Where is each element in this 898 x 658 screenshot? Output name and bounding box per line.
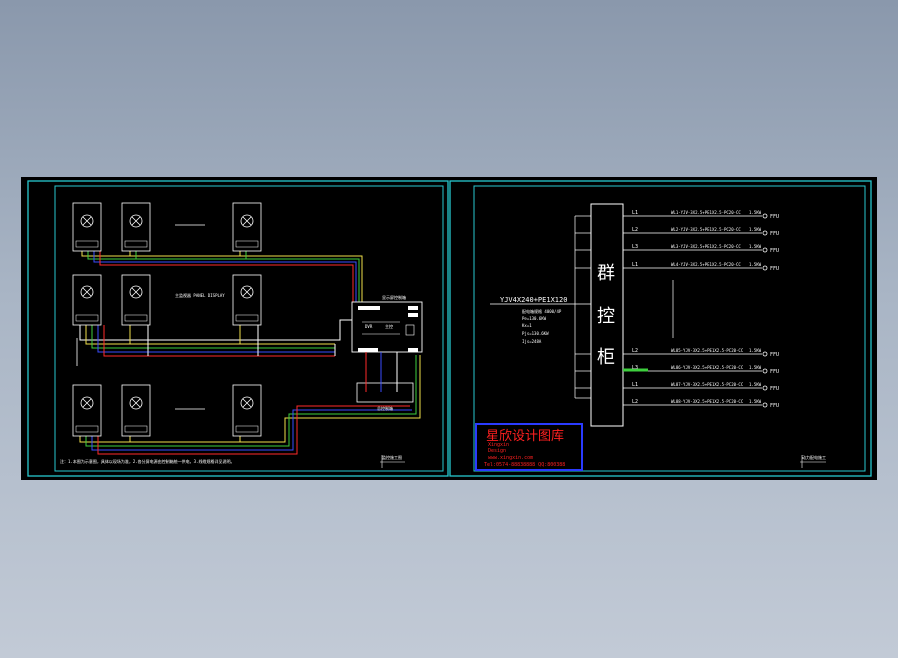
circuit-cable: WL88-YJV-3X2.5+PE1X2.5-PC20-CC xyxy=(671,399,744,404)
circuit-load: FFU xyxy=(770,369,779,375)
panel-label-main: 主控 xyxy=(385,323,393,329)
drawing-sheet xyxy=(21,177,877,480)
circuit-power: 1.5KW xyxy=(749,210,762,215)
drawing-note: 注：1.本图为示意图，具体以现场为准，2.各分屏电源由控制箱统一供电，3.线缆规… xyxy=(60,458,234,464)
panel-label-dvr: DVR xyxy=(365,324,373,329)
circuit-cable: WL1-YJV-3X2.5+PE1X2.5-PC20-CC xyxy=(671,210,741,215)
control-box-label: 总控制箱 xyxy=(377,405,393,411)
circuit-phase: L2 xyxy=(632,348,638,354)
cad-drawing-canvas: 主监视器 PANEL DISPLAY 显示屏控制箱 DVR 主控 总控制箱 注：… xyxy=(21,177,877,480)
circuit-power: 1.5KW xyxy=(749,399,762,404)
circuit-phase: L2 xyxy=(632,227,638,233)
spec-item: Pjs=130.6KW xyxy=(522,331,549,336)
circuit-power: 1.5KW xyxy=(749,365,762,370)
circuit-load: FFU xyxy=(770,266,779,272)
feeder-label: YJV4X240+PE1X120 xyxy=(500,296,567,304)
title-block-text: 监控施工图 xyxy=(382,454,402,460)
circuit-cable: WL86-YJV-3X2.5+PE1X2.5-PC20-CC xyxy=(671,365,744,370)
panel-title: 显示屏控制箱 xyxy=(382,294,406,300)
cabinet-char: 群 xyxy=(597,263,615,284)
circuit-load: FFU xyxy=(770,231,779,237)
spec-item: Pe=130.6KW xyxy=(522,316,547,321)
watermark-url: www.xingxin.com xyxy=(488,455,533,461)
cabinet-char: 柜 xyxy=(597,347,615,368)
circuit-cable: WL2-YJV-3X2.5+PE1X2.5-PC20-CC xyxy=(671,227,741,232)
circuit-cable: WL3-YJV-3X2.5+PE1X2.5-PC20-CC xyxy=(671,244,741,249)
watermark-line2: Design xyxy=(488,448,506,454)
circuit-power: 1.5KW xyxy=(749,227,762,232)
watermark-stamp: 星欣设计图库 Xingxin Design www.xingxin.com Te… xyxy=(475,423,583,471)
circuit-power: 1.5KW xyxy=(749,348,762,353)
circuit-phase: L3 xyxy=(632,365,638,371)
circuit-phase: L1 xyxy=(632,382,638,388)
circuit-load: FFU xyxy=(770,214,779,220)
circuit-power: 1.5KW xyxy=(749,244,762,249)
spec-item: 配电箱规格 4000/4P xyxy=(522,308,562,314)
circuit-cable: WL4-YJV-3X2.5+PE1X2.5-PC20-CC xyxy=(671,262,741,267)
circuit-cable: WL87-YJV-3X2.5+PE1X2.5-PC20-CC xyxy=(671,382,744,387)
circuit-phase: L2 xyxy=(632,399,638,405)
circuit-power: 1.5KW xyxy=(749,382,762,387)
circuit-load: FFU xyxy=(770,386,779,392)
circuit-phase: L1 xyxy=(632,262,638,268)
circuit-load: FFU xyxy=(770,403,779,409)
title-block-text: 动力配电施工 xyxy=(802,454,826,460)
circuit-cable: WL85-YJV-3X2.5+PE1X2.5-PC20-CC xyxy=(671,348,744,353)
cabinet-char: 控 xyxy=(597,306,615,327)
mid-caption: 主监视器 PANEL DISPLAY xyxy=(175,292,225,298)
circuit-phase: L3 xyxy=(632,244,638,250)
spec-item: Kx=1 xyxy=(522,323,532,328)
circuit-load: FFU xyxy=(770,352,779,358)
circuit-phase: L1 xyxy=(632,210,638,216)
circuit-power: 1.5KW xyxy=(749,262,762,267)
spec-item: Ijs=248A xyxy=(522,339,542,344)
circuit-load: FFU xyxy=(770,248,779,254)
watermark-tel: Tel:0574-88838888 QQ:800388 xyxy=(484,462,565,468)
